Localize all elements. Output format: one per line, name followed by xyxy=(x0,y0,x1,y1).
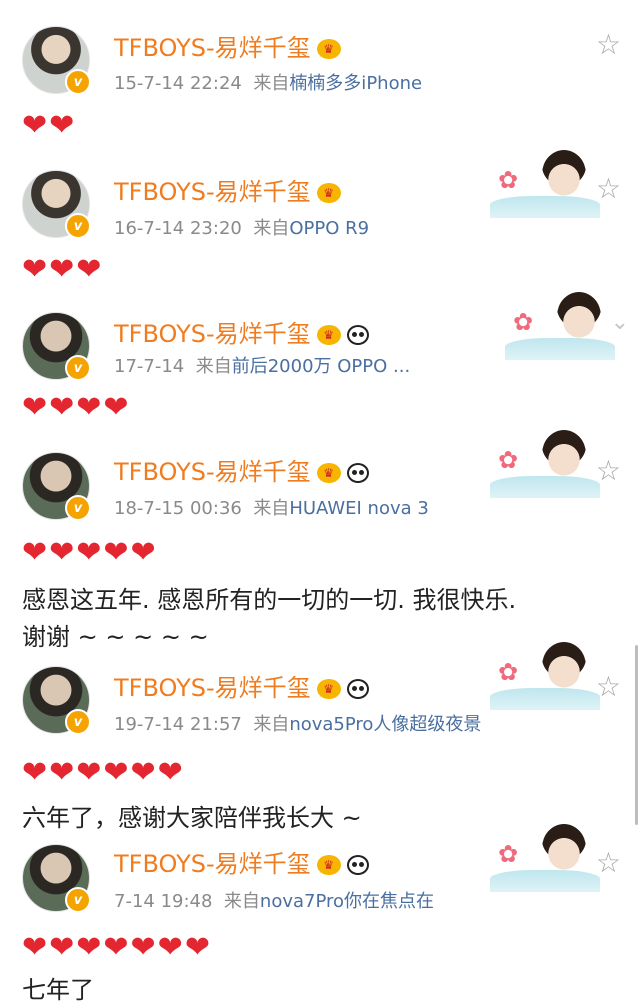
card-decoration: ✿ xyxy=(490,428,600,498)
crown-badge-icon: ♛ xyxy=(316,39,341,59)
post-source[interactable]: HUAWEI nova 3 xyxy=(289,498,429,519)
user-name[interactable]: TFBOYS-易烊千玺 ♛ xyxy=(114,844,369,879)
post-meta: 15-7-14 22:24 来自楠楠多多iPhone xyxy=(114,73,423,94)
card-decoration: ✿ xyxy=(490,822,600,892)
user-name[interactable]: TFBOYS-易烊千玺 ♛ xyxy=(114,28,341,63)
user-name[interactable]: TFBOYS-易烊千玺 ♛ xyxy=(114,668,369,703)
crown-badge-icon: ♛ xyxy=(316,679,341,699)
star-outline-icon[interactable]: ☆ xyxy=(596,172,621,205)
post-meta: 19-7-14 21:57 来自nova5Pro人像超级夜景 xyxy=(114,714,482,735)
panda-badge-icon xyxy=(346,463,369,483)
post-source[interactable]: nova7Pro你在焦点在 xyxy=(260,891,434,912)
chevron-down-icon[interactable]: ⌄ xyxy=(611,310,629,335)
scrollbar[interactable] xyxy=(635,645,638,825)
avatar[interactable]: v xyxy=(22,666,91,735)
post-text-line: 六年了，感谢大家陪伴我长大 ~ xyxy=(22,804,362,832)
card-decoration: ✿ xyxy=(490,148,600,218)
user-name[interactable]: TFBOYS-易烊千玺 ♛ xyxy=(114,314,369,349)
avatar[interactable]: v xyxy=(22,844,91,913)
post-hearts: ❤❤❤❤❤ xyxy=(22,535,158,570)
post-hearts: ❤❤❤❤❤❤ xyxy=(22,755,185,790)
panda-badge-icon xyxy=(346,855,369,875)
avatar[interactable]: v xyxy=(22,452,91,521)
post-hearts: ❤❤ xyxy=(22,108,77,143)
post-source[interactable]: 楠楠多多iPhone xyxy=(289,73,422,94)
user-name[interactable]: TFBOYS-易烊千玺 ♛ xyxy=(114,172,341,207)
post-text-line: 谢谢 ~ ~ ~ ~ ~ xyxy=(22,623,209,651)
post-meta: 18-7-15 00:36 来自HUAWEI nova 3 xyxy=(114,498,429,519)
user-name[interactable]: TFBOYS-易烊千玺 ♛ xyxy=(114,452,369,487)
crown-badge-icon: ♛ xyxy=(316,463,341,483)
panda-badge-icon xyxy=(346,325,369,345)
panda-badge-icon xyxy=(346,679,369,699)
post-hearts: ❤❤❤❤ xyxy=(22,390,131,425)
avatar[interactable]: v xyxy=(22,170,91,239)
post-hearts: ❤❤❤ xyxy=(22,252,104,287)
star-outline-icon[interactable]: ☆ xyxy=(596,454,621,487)
crown-badge-icon: ♛ xyxy=(316,855,341,875)
post-text-line: 感恩这五年. 感恩所有的一切的一切. 我很快乐. xyxy=(22,586,517,614)
post-source[interactable]: 前后2000万 OPPO ... xyxy=(232,356,410,377)
card-decoration: ✿ xyxy=(490,640,600,710)
verified-icon: v xyxy=(65,495,91,521)
post-source[interactable]: nova5Pro人像超级夜景 xyxy=(289,714,481,735)
crown-badge-icon: ♛ xyxy=(316,325,341,345)
verified-icon: v xyxy=(65,709,91,735)
verified-icon: v xyxy=(65,355,91,381)
post-source[interactable]: OPPO R9 xyxy=(289,218,369,239)
post-meta: 7-14 19:48 来自nova7Pro你在焦点在 xyxy=(114,891,435,912)
avatar[interactable]: v xyxy=(22,312,91,381)
post-meta: 16-7-14 23:20 来自OPPO R9 xyxy=(114,218,370,239)
verified-icon: v xyxy=(65,69,91,95)
star-outline-icon[interactable]: ☆ xyxy=(596,670,621,703)
star-outline-icon[interactable]: ☆ xyxy=(596,846,621,879)
post-meta: 17-7-14 来自前后2000万 OPPO ... xyxy=(114,356,411,377)
avatar[interactable]: v xyxy=(22,26,91,95)
post-hearts: ❤❤❤❤❤❤❤ xyxy=(22,930,212,965)
verified-icon: v xyxy=(65,213,91,239)
post-text-line: 七年了 xyxy=(22,976,94,1004)
star-outline-icon[interactable]: ☆ xyxy=(596,28,621,61)
crown-badge-icon: ♛ xyxy=(316,183,341,203)
card-decoration: ✿ xyxy=(505,290,615,360)
verified-icon: v xyxy=(65,887,91,913)
